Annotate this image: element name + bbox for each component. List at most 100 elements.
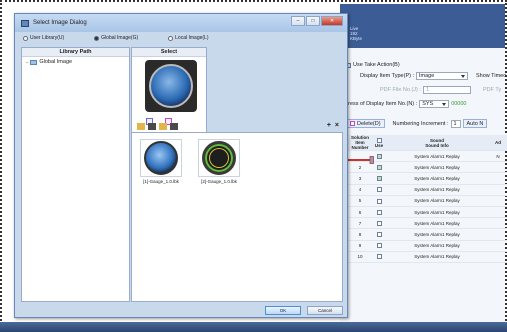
- row-sound-info: System Alarm1 Replay: [386, 161, 488, 174]
- ok-button[interactable]: OK: [265, 305, 301, 315]
- use-checkbox[interactable]: [376, 164, 382, 170]
- view-list-icon[interactable]: [170, 122, 178, 130]
- row-use-cell[interactable]: [372, 240, 386, 252]
- add-icon[interactable]: +: [327, 122, 331, 129]
- bg-title-line: KByte: [350, 36, 363, 41]
- image-thumb-1[interactable]: [1]-Gauge_1.0.lbk: [136, 139, 186, 184]
- col-use[interactable]: Use: [372, 135, 386, 151]
- thumb-label: [1]-Gauge_1.0.lbk: [143, 179, 179, 184]
- library-item-global-image[interactable]: − Global Image: [22, 57, 129, 65]
- use-checkbox[interactable]: [376, 220, 382, 226]
- view-small-icon[interactable]: [159, 122, 167, 130]
- use-checkbox[interactable]: [376, 254, 382, 260]
- view-medium-icon[interactable]: [148, 122, 156, 130]
- pdf-file-no-label: PDF File No.(J) :: [380, 87, 421, 93]
- delete-button[interactable]: Delete(D): [346, 119, 385, 128]
- address-device-value: SYS: [422, 101, 434, 107]
- col-item-number: Solution Item Number: [348, 135, 372, 151]
- numbering-value: 1: [453, 120, 457, 127]
- thumb-frame: [140, 139, 182, 177]
- radio-dot-icon: [94, 35, 100, 41]
- address-hex-value: 00000: [451, 101, 467, 107]
- row-number: 3: [348, 172, 372, 185]
- table-row[interactable]: 4 System Alarm1 Replay: [348, 184, 507, 196]
- image-source-radios: User Library(U) Global Image(G) Local Im…: [23, 35, 343, 41]
- table-row[interactable]: 3 System Alarm1 Replay: [348, 172, 507, 185]
- image-thumb-2[interactable]: [2]-Gauge_1.0.lbk: [194, 139, 244, 184]
- display-item-type-value: Image: [419, 73, 435, 79]
- row-use-cell[interactable]: [372, 184, 386, 196]
- view-large-icon[interactable]: [137, 122, 145, 130]
- table-row[interactable]: 6 System Alarm1 Replay: [348, 206, 507, 219]
- row-use-cell[interactable]: [372, 172, 386, 185]
- tree-expander-icon[interactable]: −: [26, 60, 28, 65]
- radio-global-image[interactable]: Global Image(G): [94, 35, 138, 41]
- row-ad: [488, 161, 507, 174]
- row-number: 5: [348, 195, 372, 207]
- use-checkbox[interactable]: [376, 243, 382, 249]
- use-checkbox[interactable]: [376, 209, 382, 215]
- gauge-blue-image: [144, 141, 178, 175]
- select-image-dialog: Select Image Dialog – □ ✕ User Library(U…: [14, 13, 348, 318]
- close-button[interactable]: ✕: [321, 16, 343, 26]
- use-checkbox[interactable]: [376, 198, 382, 204]
- delete-icon: [350, 121, 355, 126]
- table-row[interactable]: 10 System Alarm1 Replay: [348, 251, 507, 263]
- row-ad: [488, 240, 507, 252]
- radio-user-library[interactable]: User Library(U): [23, 35, 64, 41]
- row-number: 7: [348, 217, 372, 230]
- row-ad: [488, 184, 507, 196]
- address-device-select[interactable]: SYS: [419, 100, 450, 108]
- row-number: 4: [348, 184, 372, 196]
- remove-icon[interactable]: ×: [335, 122, 339, 129]
- chevron-down-icon: [461, 74, 465, 78]
- bg-title-panel: Live 192 KByte: [340, 4, 505, 48]
- col-sound-info-label: Sound Info: [425, 142, 449, 148]
- row-use-cell[interactable]: [372, 161, 386, 174]
- use-checkbox[interactable]: [376, 176, 382, 182]
- table-row[interactable]: 8 System Alarm1 Replay: [348, 228, 507, 241]
- auto-number-button[interactable]: Auto N: [462, 119, 488, 128]
- address-label: ddress of Display Item No.(N) :: [342, 101, 418, 107]
- row-use-cell[interactable]: [372, 228, 386, 241]
- row-use-cell[interactable]: [372, 150, 386, 163]
- radio-local-image[interactable]: Local Image(L): [168, 35, 209, 41]
- use-checkbox[interactable]: [376, 153, 382, 159]
- display-item-type-label: Display Item Type(P) :: [360, 73, 414, 79]
- library-item-label: Global Image: [39, 59, 73, 65]
- radio-label: Global Image(G): [101, 35, 139, 41]
- row-sound-info: System Alarm1 Replay: [386, 195, 488, 207]
- display-item-type-row: Display Item Type(P) : Image Show Timeo: [360, 72, 506, 80]
- row-sound-info: System Alarm1 Replay: [386, 228, 488, 241]
- dialog-footer: OK Cancel: [21, 304, 343, 316]
- radio-dot-icon: [23, 35, 28, 41]
- row-ad: N: [488, 150, 507, 163]
- display-item-type-select[interactable]: Image: [416, 72, 468, 80]
- row-sound-info: System Alarm1 Replay: [386, 206, 488, 219]
- use-take-action-row[interactable]: Use Take Action(B): [346, 62, 400, 68]
- maximize-button[interactable]: □: [306, 16, 320, 26]
- pdf-file-no-input[interactable]: 1: [422, 86, 471, 94]
- row-ad: [488, 228, 507, 241]
- row-use-cell[interactable]: [372, 206, 386, 219]
- address-row: ddress of Display Item No.(N) : SYS 0000…: [342, 100, 466, 108]
- cancel-button[interactable]: Cancel: [307, 305, 343, 315]
- numbering-input[interactable]: 1: [450, 119, 461, 128]
- minimize-button[interactable]: –: [291, 16, 305, 26]
- use-checkbox[interactable]: [376, 187, 382, 193]
- row-use-cell[interactable]: [372, 217, 386, 230]
- add-remove-controls: + ×: [327, 122, 339, 129]
- taskbar: [0, 322, 507, 332]
- row-use-cell[interactable]: [372, 251, 386, 263]
- row-ad: [488, 206, 507, 219]
- table-row[interactable]: 7 System Alarm1 Replay: [348, 217, 507, 230]
- row-number: 10: [348, 251, 372, 263]
- row-use-cell[interactable]: [372, 195, 386, 207]
- table-row[interactable]: 9 System Alarm1 Replay: [348, 240, 507, 252]
- library-path-panel: Library Path − Global Image: [21, 47, 130, 302]
- use-checkbox[interactable]: [376, 232, 382, 238]
- row-sound-info: System Alarm1 Replay: [386, 251, 488, 263]
- table-row[interactable]: 5 System Alarm1 Replay: [348, 195, 507, 207]
- pdf-type-label: PDF Ty: [482, 87, 502, 93]
- window-controls: – □ ✕: [291, 16, 343, 26]
